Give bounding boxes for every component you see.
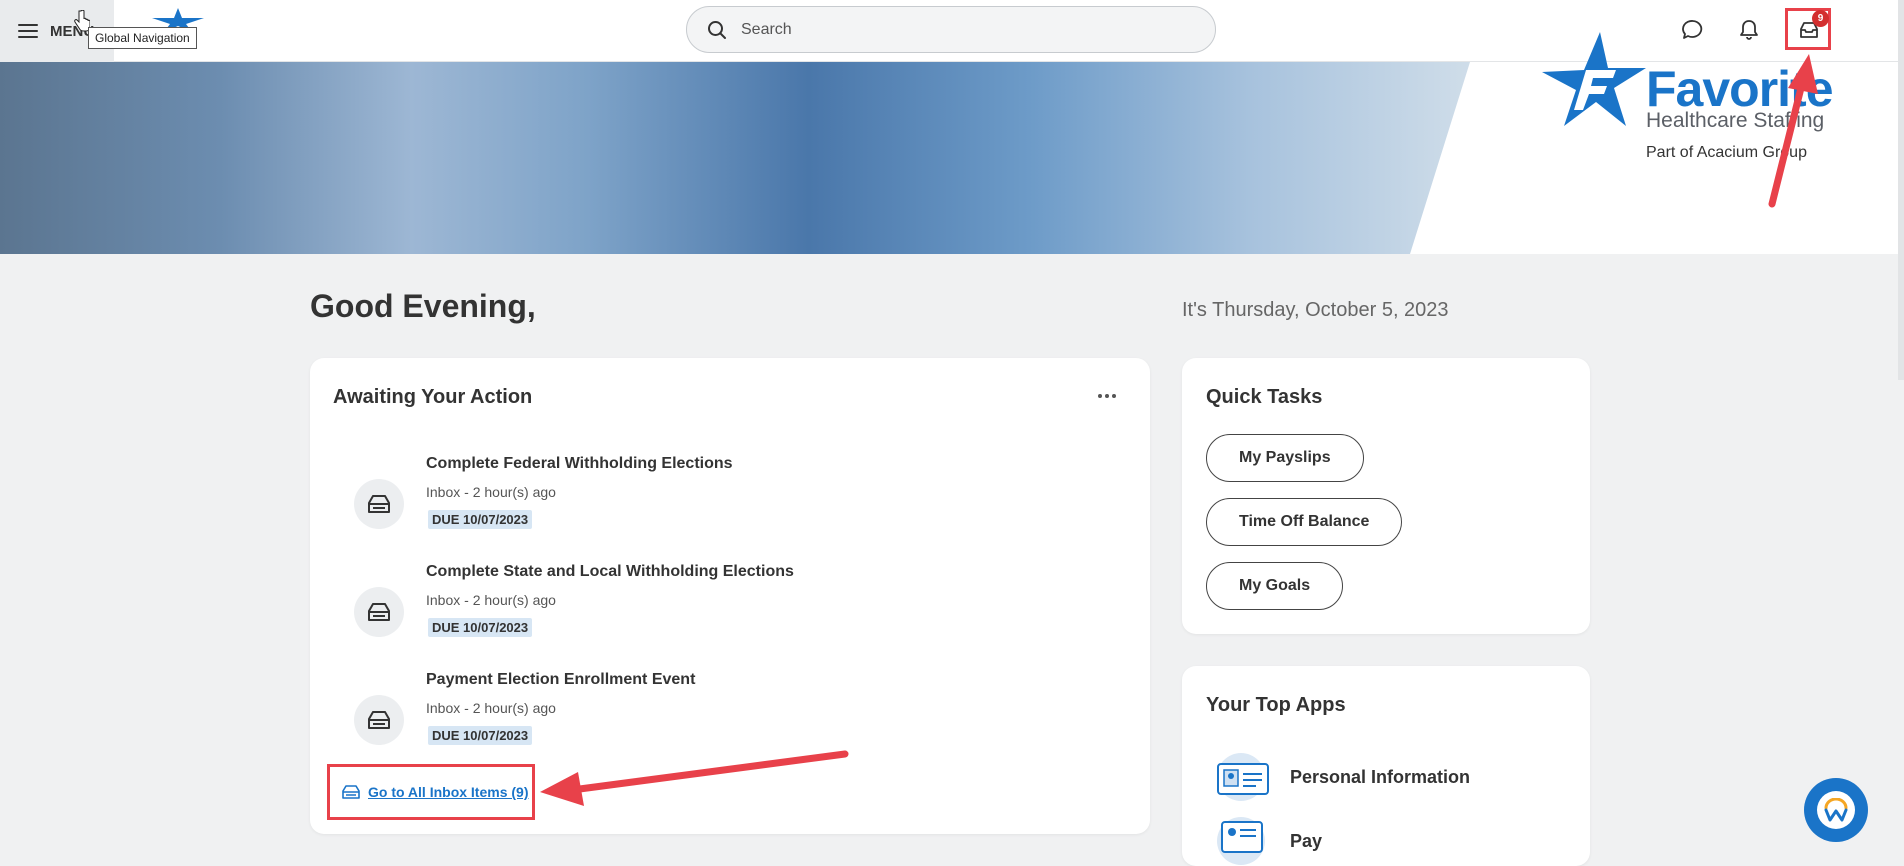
task-source: Inbox - 2 hour(s) ago bbox=[426, 484, 556, 500]
task-title[interactable]: Payment Election Enrollment Event bbox=[426, 671, 695, 689]
greeting: Good Evening, bbox=[310, 288, 536, 324]
quick-tasks-title: Quick Tasks bbox=[1206, 386, 1323, 408]
task-title[interactable]: Complete Federal Withholding Elections bbox=[426, 455, 733, 473]
search-input[interactable]: Search bbox=[686, 6, 1216, 53]
inbox-task-icon bbox=[354, 587, 404, 637]
more-options-icon[interactable] bbox=[1098, 394, 1116, 398]
app-personal-information[interactable]: Personal Information bbox=[1212, 752, 1470, 802]
brand-name: Favorite bbox=[1646, 61, 1834, 117]
task-source: Inbox - 2 hour(s) ago bbox=[426, 592, 556, 608]
healthcare-photo-collage bbox=[0, 62, 1470, 254]
due-badge: DUE 10/07/2023 bbox=[428, 618, 533, 637]
time-off-balance-button[interactable]: Time Off Balance bbox=[1206, 498, 1403, 546]
workday-assistant-button[interactable] bbox=[1804, 778, 1868, 842]
inbox-task-icon bbox=[354, 479, 404, 529]
hamburger-icon bbox=[18, 24, 38, 38]
search-placeholder: Search bbox=[741, 20, 792, 38]
go-to-inbox-link[interactable]: Go to All Inbox Items (9) bbox=[327, 764, 535, 820]
task-source: Inbox - 2 hour(s) ago bbox=[426, 700, 556, 716]
current-date: It's Thursday, October 5, 2023 bbox=[1182, 299, 1449, 321]
workday-logo-icon bbox=[1817, 791, 1855, 829]
page-scrollbar[interactable] bbox=[1898, 0, 1904, 380]
inbox-button[interactable]: 9 bbox=[1785, 8, 1831, 50]
task-title[interactable]: Complete State and Local Withholding Ele… bbox=[426, 563, 794, 581]
due-badge: DUE 10/07/2023 bbox=[428, 510, 533, 529]
awaiting-action-card: Awaiting Your Action Complete Federal Wi… bbox=[310, 358, 1150, 834]
chat-icon[interactable] bbox=[1679, 16, 1707, 44]
global-navigation-tooltip: Global Navigation bbox=[88, 27, 197, 49]
bell-icon[interactable] bbox=[1735, 16, 1763, 44]
app-label[interactable]: Pay bbox=[1290, 831, 1322, 852]
awaiting-title: Awaiting Your Action bbox=[333, 386, 533, 408]
id-card-icon bbox=[1217, 753, 1269, 801]
inbox-link-icon bbox=[342, 785, 360, 799]
due-badge: DUE 10/07/2023 bbox=[428, 726, 533, 745]
pay-document-icon bbox=[1217, 817, 1265, 865]
task-item[interactable]: Complete State and Local Withholding Ele… bbox=[354, 563, 1114, 663]
favorite-star-logo-icon bbox=[1542, 32, 1646, 126]
my-payslips-button[interactable]: My Payslips bbox=[1206, 434, 1364, 482]
app-label[interactable]: Personal Information bbox=[1290, 767, 1470, 788]
task-item[interactable]: Payment Election Enrollment Event Inbox … bbox=[354, 671, 1114, 771]
brand-subtitle: Healthcare Staffing bbox=[1646, 109, 1825, 132]
app-pay[interactable]: Pay bbox=[1212, 816, 1322, 866]
top-apps-card: Your Top Apps Personal Information Pay bbox=[1182, 666, 1590, 866]
go-to-inbox-label[interactable]: Go to All Inbox Items (9) bbox=[368, 784, 529, 800]
inbox-task-icon bbox=[354, 695, 404, 745]
task-item[interactable]: Complete Federal Withholding Elections I… bbox=[354, 455, 1114, 555]
inbox-badge: 9 bbox=[1812, 10, 1829, 27]
my-goals-button[interactable]: My Goals bbox=[1206, 562, 1344, 610]
top-apps-title: Your Top Apps bbox=[1206, 694, 1346, 716]
brand-tagline: Part of Acacium Group bbox=[1646, 144, 1807, 161]
quick-tasks-card: Quick Tasks My Payslips Time Off Balance… bbox=[1182, 358, 1590, 634]
search-icon bbox=[708, 20, 726, 39]
